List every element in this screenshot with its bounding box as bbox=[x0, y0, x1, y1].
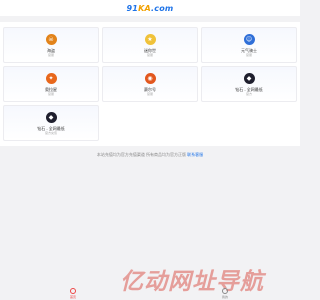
app-card[interactable]: ★ 迷你世 官服 bbox=[102, 27, 198, 63]
bottom-nav-home[interactable]: 首页 bbox=[70, 288, 76, 299]
app-subtitle: 官服 bbox=[146, 52, 153, 57]
logo-ka: KA bbox=[138, 3, 152, 13]
footer-note: 本站充值均为官方充值渠道 所有商品均为官方正版 联系客服 bbox=[0, 152, 300, 158]
pirate-icon: ☠ bbox=[45, 33, 57, 45]
app-subtitle: 官方 bbox=[245, 91, 252, 96]
app-subtitle: 官方充值 bbox=[44, 130, 57, 135]
app-card[interactable]: ◆ 钻石 - 全网最低 官方 bbox=[201, 66, 297, 102]
logo-domain: .com bbox=[151, 3, 174, 13]
watermark: 亿动网址导航 bbox=[120, 269, 264, 295]
app-subtitle: 官服 bbox=[245, 52, 252, 57]
app-card[interactable]: ☠ 海盗 官服 bbox=[3, 27, 99, 63]
app-subtitle: 官服 bbox=[146, 91, 153, 96]
app-subtitle: 官服 bbox=[47, 91, 54, 96]
contact-service-link[interactable]: 联系客服 bbox=[187, 152, 203, 157]
top-header: 91KA.com bbox=[0, 0, 300, 16]
footer-text: 本站充值均为官方充值渠道 所有商品均为官方正版 bbox=[96, 152, 188, 157]
knight-icon: ☺ bbox=[243, 33, 255, 45]
app-card[interactable]: ✦ 奥拉星 官服 bbox=[3, 66, 99, 102]
home-icon bbox=[70, 288, 76, 294]
app-grid: ☠ 海盗 官服 ★ 迷你世 官服 ☺ 元气骑士 官服 ✦ 奥拉星 官服 ◉ 赛尔号 官服 ◆ 钻石 - 全网最低… bbox=[3, 27, 297, 141]
site-logo[interactable]: 91KA.com bbox=[127, 4, 174, 13]
logo-number: 91 bbox=[126, 3, 139, 13]
app-card[interactable]: ☺ 元气骑士 官服 bbox=[201, 27, 297, 63]
bottom-nav-home-label: 首页 bbox=[70, 295, 77, 299]
app-card[interactable]: ◆ 钻石 - 全网最低 官方充值 bbox=[3, 105, 99, 141]
app-card[interactable]: ◉ 赛尔号 官服 bbox=[102, 66, 198, 102]
mini-world-icon: ★ bbox=[144, 33, 156, 45]
diamond-app-icon: ◆ bbox=[243, 72, 255, 84]
aola-icon: ✦ bbox=[45, 72, 57, 84]
bottom-nav-user-label: 我的 bbox=[222, 295, 229, 299]
bottom-nav-user[interactable]: 我的 bbox=[222, 288, 228, 299]
diamond-app-icon-2: ◆ bbox=[45, 111, 57, 123]
seer-icon: ◉ bbox=[144, 72, 156, 84]
app-subtitle: 官服 bbox=[47, 52, 54, 57]
user-icon bbox=[222, 288, 228, 294]
